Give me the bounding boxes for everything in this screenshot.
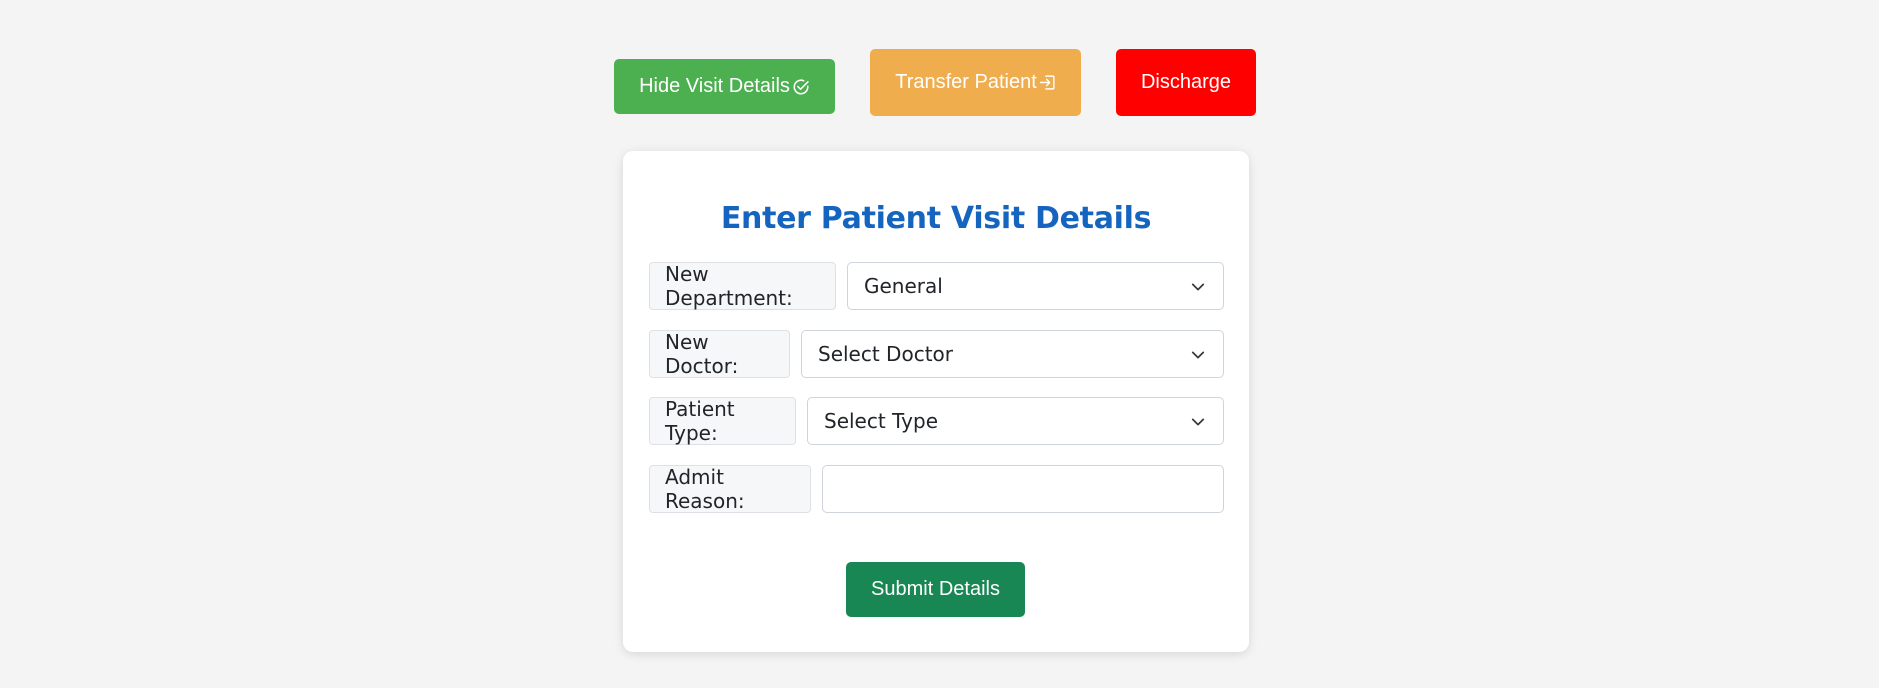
- doctor-value: Select Doctor: [818, 342, 953, 366]
- department-select[interactable]: General: [847, 262, 1224, 310]
- doctor-label: New Doctor:: [649, 330, 790, 378]
- check-circle-icon: [793, 78, 809, 95]
- sign-in-icon: [1039, 75, 1055, 90]
- department-value: General: [864, 274, 943, 298]
- transfer-patient-label: Transfer Patient: [895, 71, 1037, 93]
- action-bar: Hide Visit Details Transfer Patient Disc…: [0, 0, 1879, 130]
- patient-type-row: Patient Type: Select Type: [649, 397, 1224, 445]
- discharge-button[interactable]: Discharge: [1116, 49, 1256, 116]
- doctor-select[interactable]: Select Doctor: [801, 330, 1224, 378]
- admit-reason-row: Admit Reason:: [649, 465, 1224, 513]
- admit-reason-label: Admit Reason:: [649, 465, 811, 513]
- patient-type-value: Select Type: [824, 409, 938, 433]
- chevron-down-icon: [1191, 351, 1205, 359]
- visit-details-card: Enter Patient Visit Details New Departme…: [623, 151, 1249, 652]
- department-label: New Department:: [649, 262, 836, 310]
- department-row: New Department: General: [649, 262, 1224, 310]
- chevron-down-icon: [1191, 418, 1205, 426]
- chevron-down-icon: [1191, 283, 1205, 291]
- doctor-row: New Doctor: Select Doctor: [649, 330, 1224, 378]
- hide-visit-details-button[interactable]: Hide Visit Details: [614, 59, 835, 114]
- admit-reason-input[interactable]: [822, 465, 1224, 513]
- submit-details-button[interactable]: Submit Details: [846, 562, 1025, 617]
- patient-type-select[interactable]: Select Type: [807, 397, 1224, 445]
- form-title: Enter Patient Visit Details: [720, 201, 1152, 236]
- patient-type-label: Patient Type:: [649, 397, 796, 445]
- transfer-patient-button[interactable]: Transfer Patient: [870, 49, 1081, 116]
- hide-visit-details-label: Hide Visit Details: [639, 75, 790, 97]
